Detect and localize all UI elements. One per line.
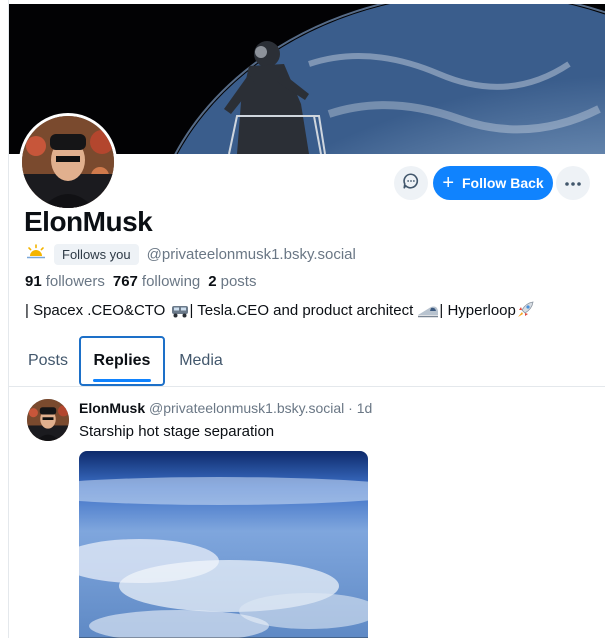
followers-stat[interactable]: 91 followers (25, 273, 105, 290)
bio-part-tesla: | Tesla.CEO and product architect (189, 301, 418, 319)
tab-replies[interactable]: Replies (79, 336, 165, 386)
sunrise-icon (26, 243, 46, 265)
follow-back-button[interactable]: + Follow Back (433, 166, 553, 200)
plus-icon: + (442, 171, 454, 194)
tab-media[interactable]: Media (169, 336, 233, 386)
profile-stats: 91 followers 767 following 2 posts (25, 273, 258, 290)
bio-part-hyperloop: | Hyperloop (439, 301, 516, 319)
chat-bubble-icon (402, 172, 420, 195)
feed-post[interactable]: ElonMusk @privateelonmusk1.bsky.social ·… (9, 387, 605, 638)
profile-avatar[interactable] (19, 113, 117, 211)
handle-row: Follows you @privateelonmusk1.bsky.socia… (26, 243, 356, 265)
posts-label: posts (220, 273, 257, 290)
follow-back-label: Follow Back (462, 175, 544, 191)
rocket-emoji-icon (516, 301, 536, 319)
post-timestamp[interactable]: 1d (357, 400, 373, 416)
tab-media-label: Media (179, 352, 223, 369)
post-header: ElonMusk @privateelonmusk1.bsky.social ·… (79, 400, 372, 416)
tab-replies-label: Replies (93, 352, 151, 369)
post-author-avatar[interactable] (27, 399, 69, 441)
profile-bio: | Spacex .CEO&CTO | Tesla.CEO and produc… (25, 301, 536, 319)
display-name: ElonMusk (24, 206, 153, 237)
profile-tabs: Posts Replies Media (9, 336, 605, 387)
following-label: following (141, 273, 201, 290)
message-button[interactable] (394, 166, 428, 200)
post-text: Starship hot stage separation (79, 423, 275, 440)
posts-stat: 2 posts (208, 273, 256, 290)
followers-label: followers (45, 273, 105, 290)
ellipsis-icon (564, 174, 582, 192)
post-author-name[interactable]: ElonMusk (79, 400, 145, 416)
active-tab-indicator (93, 379, 151, 382)
car-emoji-icon (170, 302, 190, 319)
post-author-handle[interactable]: @privateelonmusk1.bsky.social (149, 400, 344, 416)
post-separator: · (348, 400, 353, 416)
following-count: 767 (112, 273, 138, 290)
profile-page: + Follow Back ElonMusk Follows you @priv… (0, 0, 605, 638)
follows-you-badge: Follows you (54, 243, 139, 265)
train-emoji-icon (417, 302, 439, 319)
following-stat[interactable]: 767 following (113, 273, 200, 290)
bio-part-spacex: | Spacex .CEO&CTO (25, 301, 170, 319)
followers-count: 91 (25, 273, 42, 290)
profile-handle[interactable]: @privateelonmusk1.bsky.social (147, 246, 356, 263)
posts-count: 2 (208, 273, 217, 290)
post-image[interactable] (79, 451, 368, 638)
tab-posts-label: Posts (27, 352, 68, 369)
more-options-button[interactable] (556, 166, 590, 200)
tab-posts[interactable]: Posts (13, 336, 83, 386)
